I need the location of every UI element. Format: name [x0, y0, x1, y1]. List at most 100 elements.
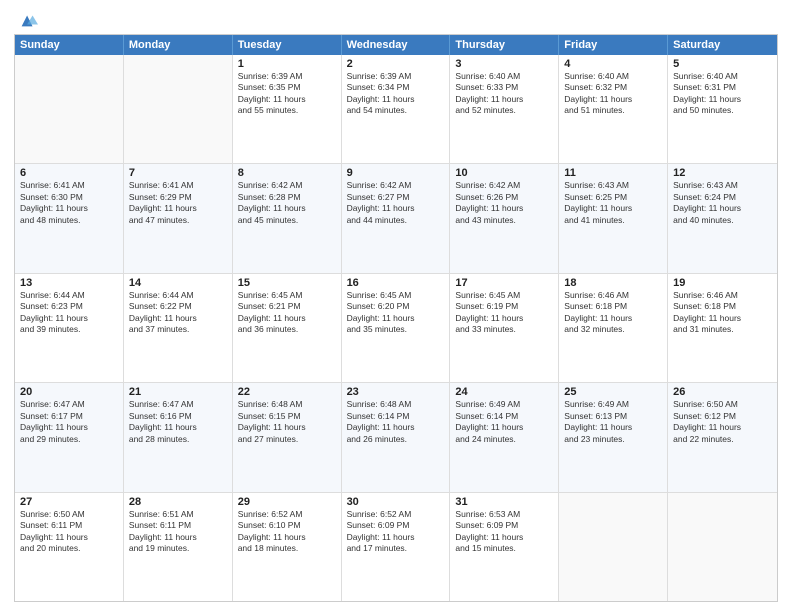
sunrise-text: Sunrise: 6:43 AM [564, 180, 662, 191]
day-number: 25 [564, 386, 662, 398]
day-number: 14 [129, 277, 227, 289]
daylight-text: Daylight: 11 hours [238, 532, 336, 543]
sunrise-text: Sunrise: 6:50 AM [20, 509, 118, 520]
day-number: 12 [673, 167, 772, 179]
calendar-cell [124, 55, 233, 163]
sunrise-text: Sunrise: 6:42 AM [455, 180, 553, 191]
daylight-text: Daylight: 11 hours [347, 532, 445, 543]
sunset-text: Sunset: 6:11 PM [20, 520, 118, 531]
sunset-text: Sunset: 6:21 PM [238, 301, 336, 312]
daylight-text-cont: and 51 minutes. [564, 105, 662, 116]
sunrise-text: Sunrise: 6:52 AM [347, 509, 445, 520]
daylight-text: Daylight: 11 hours [20, 203, 118, 214]
daylight-text: Daylight: 11 hours [455, 422, 553, 433]
daylight-text-cont: and 15 minutes. [455, 543, 553, 554]
calendar-cell: 26Sunrise: 6:50 AMSunset: 6:12 PMDayligh… [668, 383, 777, 491]
calendar-cell [559, 493, 668, 601]
sunrise-text: Sunrise: 6:40 AM [673, 71, 772, 82]
daylight-text: Daylight: 11 hours [673, 422, 772, 433]
daylight-text-cont: and 26 minutes. [347, 434, 445, 445]
sunrise-text: Sunrise: 6:50 AM [673, 399, 772, 410]
daylight-text: Daylight: 11 hours [347, 203, 445, 214]
daylight-text-cont: and 54 minutes. [347, 105, 445, 116]
daylight-text: Daylight: 11 hours [673, 203, 772, 214]
calendar-cell: 28Sunrise: 6:51 AMSunset: 6:11 PMDayligh… [124, 493, 233, 601]
sunset-text: Sunset: 6:18 PM [673, 301, 772, 312]
day-number: 1 [238, 58, 336, 70]
sunrise-text: Sunrise: 6:47 AM [129, 399, 227, 410]
sunset-text: Sunset: 6:22 PM [129, 301, 227, 312]
calendar-cell: 11Sunrise: 6:43 AMSunset: 6:25 PMDayligh… [559, 164, 668, 272]
daylight-text-cont: and 37 minutes. [129, 324, 227, 335]
daylight-text-cont: and 45 minutes. [238, 215, 336, 226]
sunset-text: Sunset: 6:14 PM [347, 411, 445, 422]
day-number: 27 [20, 496, 118, 508]
calendar-cell: 22Sunrise: 6:48 AMSunset: 6:15 PMDayligh… [233, 383, 342, 491]
daylight-text: Daylight: 11 hours [347, 313, 445, 324]
daylight-text-cont: and 24 minutes. [455, 434, 553, 445]
day-number: 26 [673, 386, 772, 398]
sunset-text: Sunset: 6:30 PM [20, 192, 118, 203]
sunset-text: Sunset: 6:09 PM [347, 520, 445, 531]
day-number: 16 [347, 277, 445, 289]
weekday-header: Sunday [15, 35, 124, 55]
daylight-text-cont: and 22 minutes. [673, 434, 772, 445]
sunrise-text: Sunrise: 6:52 AM [238, 509, 336, 520]
sunrise-text: Sunrise: 6:42 AM [238, 180, 336, 191]
day-number: 10 [455, 167, 553, 179]
calendar-cell: 3Sunrise: 6:40 AMSunset: 6:33 PMDaylight… [450, 55, 559, 163]
day-number: 17 [455, 277, 553, 289]
daylight-text-cont: and 40 minutes. [673, 215, 772, 226]
sunset-text: Sunset: 6:29 PM [129, 192, 227, 203]
daylight-text-cont: and 52 minutes. [455, 105, 553, 116]
calendar-row: 20Sunrise: 6:47 AMSunset: 6:17 PMDayligh… [15, 383, 777, 492]
sunrise-text: Sunrise: 6:39 AM [238, 71, 336, 82]
calendar-cell: 5Sunrise: 6:40 AMSunset: 6:31 PMDaylight… [668, 55, 777, 163]
daylight-text: Daylight: 11 hours [20, 532, 118, 543]
calendar-cell [15, 55, 124, 163]
sunset-text: Sunset: 6:14 PM [455, 411, 553, 422]
daylight-text: Daylight: 11 hours [455, 94, 553, 105]
daylight-text: Daylight: 11 hours [564, 203, 662, 214]
day-number: 28 [129, 496, 227, 508]
calendar: SundayMondayTuesdayWednesdayThursdayFrid… [14, 34, 778, 602]
daylight-text: Daylight: 11 hours [238, 422, 336, 433]
daylight-text-cont: and 28 minutes. [129, 434, 227, 445]
sunset-text: Sunset: 6:31 PM [673, 82, 772, 93]
calendar-cell: 13Sunrise: 6:44 AMSunset: 6:23 PMDayligh… [15, 274, 124, 382]
sunrise-text: Sunrise: 6:41 AM [20, 180, 118, 191]
calendar-cell: 6Sunrise: 6:41 AMSunset: 6:30 PMDaylight… [15, 164, 124, 272]
daylight-text: Daylight: 11 hours [20, 422, 118, 433]
calendar-row: 13Sunrise: 6:44 AMSunset: 6:23 PMDayligh… [15, 274, 777, 383]
sunset-text: Sunset: 6:12 PM [673, 411, 772, 422]
day-number: 13 [20, 277, 118, 289]
sunset-text: Sunset: 6:09 PM [455, 520, 553, 531]
sunset-text: Sunset: 6:32 PM [564, 82, 662, 93]
sunset-text: Sunset: 6:10 PM [238, 520, 336, 531]
sunrise-text: Sunrise: 6:45 AM [347, 290, 445, 301]
calendar-cell: 7Sunrise: 6:41 AMSunset: 6:29 PMDaylight… [124, 164, 233, 272]
day-number: 23 [347, 386, 445, 398]
calendar-cell: 21Sunrise: 6:47 AMSunset: 6:16 PMDayligh… [124, 383, 233, 491]
daylight-text-cont: and 33 minutes. [455, 324, 553, 335]
daylight-text-cont: and 23 minutes. [564, 434, 662, 445]
sunrise-text: Sunrise: 6:48 AM [347, 399, 445, 410]
daylight-text-cont: and 39 minutes. [20, 324, 118, 335]
day-number: 6 [20, 167, 118, 179]
daylight-text: Daylight: 11 hours [455, 203, 553, 214]
sunset-text: Sunset: 6:13 PM [564, 411, 662, 422]
sunrise-text: Sunrise: 6:51 AM [129, 509, 227, 520]
calendar-cell: 24Sunrise: 6:49 AMSunset: 6:14 PMDayligh… [450, 383, 559, 491]
sunrise-text: Sunrise: 6:45 AM [238, 290, 336, 301]
sunset-text: Sunset: 6:11 PM [129, 520, 227, 531]
day-number: 20 [20, 386, 118, 398]
calendar-body: 1Sunrise: 6:39 AMSunset: 6:35 PMDaylight… [15, 55, 777, 601]
daylight-text-cont: and 50 minutes. [673, 105, 772, 116]
daylight-text-cont: and 35 minutes. [347, 324, 445, 335]
day-number: 31 [455, 496, 553, 508]
day-number: 15 [238, 277, 336, 289]
calendar-cell: 4Sunrise: 6:40 AMSunset: 6:32 PMDaylight… [559, 55, 668, 163]
page: SundayMondayTuesdayWednesdayThursdayFrid… [0, 0, 792, 612]
daylight-text-cont: and 19 minutes. [129, 543, 227, 554]
sunrise-text: Sunrise: 6:42 AM [347, 180, 445, 191]
